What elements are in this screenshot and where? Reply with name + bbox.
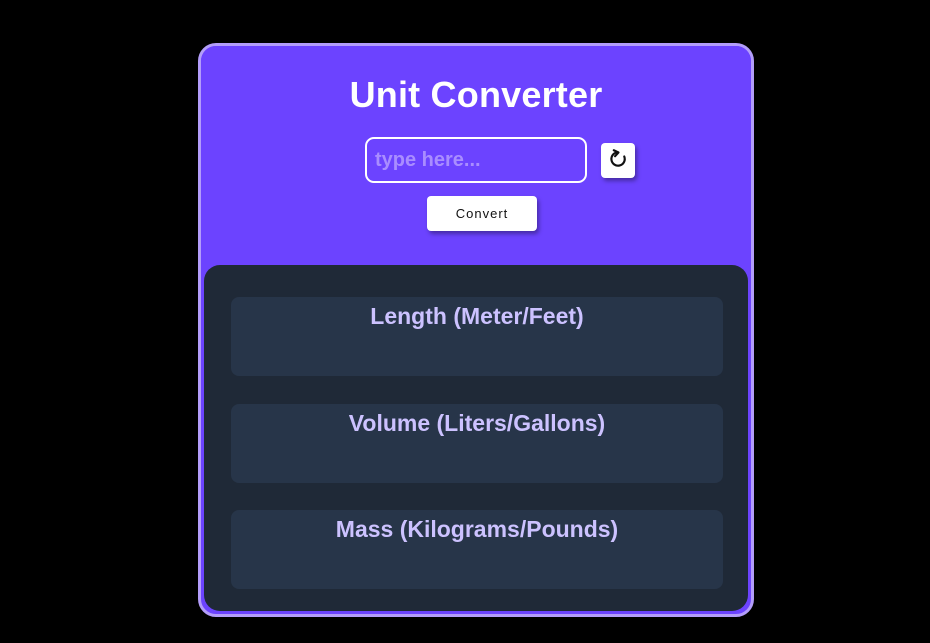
converter-header: Unit Converter Convert [201,46,751,268]
volume-result-title: Volume (Liters/Gallons) [348,410,606,436]
unit-converter-app: Unit Converter Convert Length (Meter/Fee… [198,43,754,617]
volume-result-card: Volume (Liters/Gallons) [231,404,723,483]
mass-result-card: Mass (Kilograms/Pounds) [231,510,723,589]
refresh-icon [608,149,628,172]
value-input[interactable] [365,137,587,183]
page-title: Unit Converter [349,74,603,115]
length-result-title: Length (Meter/Feet) [370,303,584,329]
length-result-card: Length (Meter/Feet) [231,297,723,376]
reset-button[interactable] [601,143,635,178]
convert-button[interactable]: Convert [427,196,537,231]
mass-result-title: Mass (Kilograms/Pounds) [335,516,619,542]
results-panel: Length (Meter/Feet) Volume (Liters/Gallo… [204,265,748,611]
